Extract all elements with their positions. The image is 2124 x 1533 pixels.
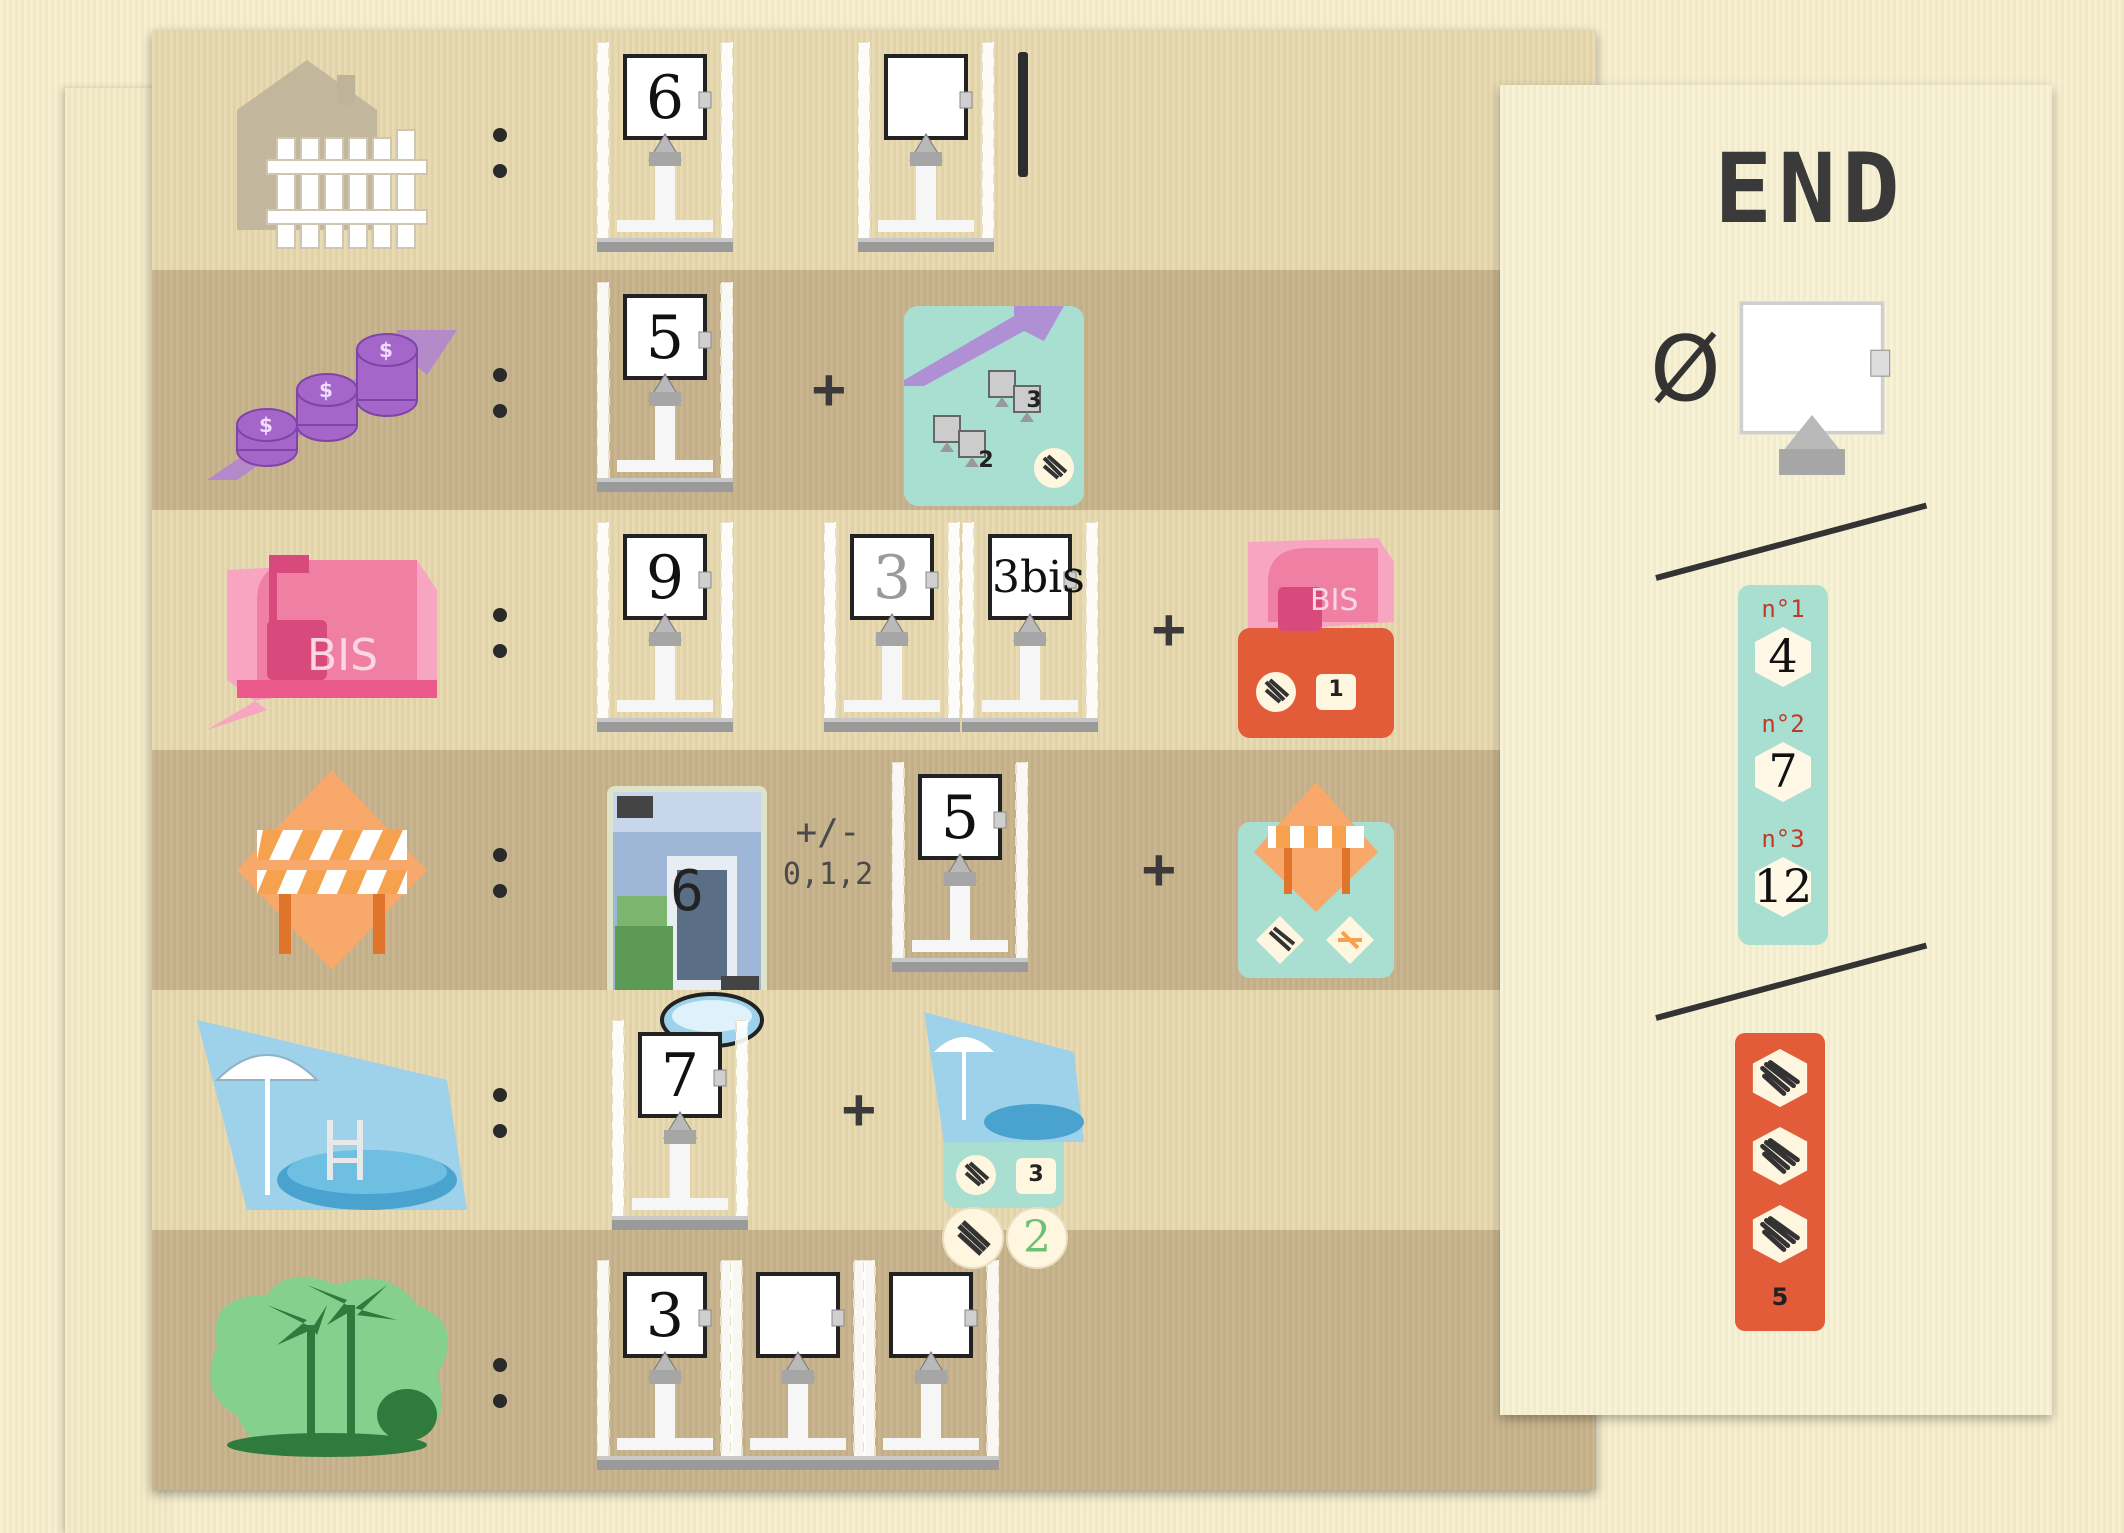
divider-line — [1655, 942, 1928, 1021]
house-lot — [730, 1260, 866, 1470]
colon-separator — [490, 1080, 510, 1150]
pool-umbrella-icon — [197, 1020, 467, 1210]
colon-separator — [490, 120, 510, 190]
modifier-sign: +/- — [795, 812, 861, 853]
mailbox-bis-icon: BIS — [207, 555, 437, 730]
fence-line — [1018, 52, 1028, 177]
bonus-estate-card: 3 2 — [904, 306, 1084, 506]
house-number: 7 — [660, 1041, 700, 1111]
refusal-hex-icon — [1749, 1125, 1811, 1187]
house-number: 5 — [940, 783, 980, 853]
bonus-value: 3 — [1026, 388, 1042, 413]
goal-label: n°3 — [1761, 825, 1805, 853]
house-number: 3 — [872, 543, 912, 613]
house-lot: 3bis — [962, 522, 1098, 732]
house-lot: 6 — [597, 42, 733, 252]
plus-sign: + — [842, 1077, 876, 1142]
colon-separator — [490, 360, 510, 430]
colon-separator — [490, 840, 510, 910]
empty-house-icon — [1739, 301, 1891, 475]
house-lot: 5 — [892, 762, 1028, 972]
plus-sign: + — [1142, 837, 1176, 902]
empty-set-symbol: Ø — [1650, 317, 1721, 422]
refusal-hex-icon — [1749, 1047, 1811, 1109]
house-number: 3bis — [992, 552, 1085, 603]
goal-value: 7 — [1768, 744, 1798, 798]
end-title: END — [1714, 133, 1906, 245]
plus-sign: + — [1152, 597, 1186, 662]
house-lot: 3 — [824, 522, 960, 732]
row-landscaper: 3 2 — [152, 1207, 1596, 1490]
bis-text: BIS — [1310, 583, 1358, 618]
bonus-value: 2 — [1023, 1212, 1051, 1263]
house-lot — [863, 1260, 999, 1470]
house-lot — [858, 42, 994, 252]
house-number — [888, 60, 964, 136]
modifier-values: 0,1,2 — [782, 857, 874, 892]
refusal-hex-icon — [1749, 1203, 1811, 1265]
house-lot: 3 — [597, 1260, 733, 1470]
bonus-bis-card: BIS 1 — [1238, 532, 1394, 738]
svg-text:$: $ — [379, 338, 393, 362]
goal-label: n°2 — [1761, 710, 1805, 738]
house-lot: 7 — [612, 1020, 748, 1230]
plus-sign: + — [812, 357, 846, 422]
colon-separator — [490, 1350, 510, 1420]
end-game-panel: END Ø n°1 4 n°2 7 n°3 12 5 — [1500, 85, 2052, 1415]
row-surveyor: 6 — [152, 30, 1596, 270]
row-pool-manufacturer: 7 + 3 — [152, 990, 1596, 1230]
row-bis: BIS 9 3 3bis + BIS 1 — [152, 510, 1596, 750]
house-number — [893, 1278, 969, 1354]
house-number — [760, 1278, 836, 1354]
card-number: 6 — [670, 859, 704, 924]
goals-strip: n°1 4 n°2 7 n°3 12 — [1738, 585, 1828, 945]
permit-refusal-strip: 5 — [1735, 1033, 1825, 1331]
bonus-pool-card: 3 — [924, 1012, 1084, 1212]
goal-value: 4 — [1768, 629, 1798, 683]
svg-text:$: $ — [319, 378, 333, 402]
roadblock-icon — [237, 770, 427, 970]
house-number: 9 — [645, 543, 685, 613]
house-number: 6 — [645, 63, 685, 133]
bonus-value: 2 — [978, 448, 994, 473]
fence-house-icon — [237, 60, 428, 249]
house-lot: 9 — [597, 522, 733, 732]
coins-arrow-icon: $ $ $ — [207, 330, 457, 480]
goal-label: n°1 — [1761, 595, 1805, 623]
row-real-estate-agent: $ $ $ 5 + 3 2 — [152, 270, 1596, 510]
house-number: 3 — [645, 1281, 685, 1351]
row-temp-agent: 6 +/- 0,1,2 5 + — [152, 750, 1596, 1008]
palm-trees-icon — [210, 1277, 449, 1457]
colon-separator — [490, 600, 510, 670]
bonus-roadblock-card — [1238, 782, 1394, 978]
svg-text:$: $ — [259, 413, 273, 437]
bonus-value: 1 — [1328, 677, 1344, 702]
goal-value: 12 — [1753, 859, 1813, 913]
house-number: 5 — [645, 303, 685, 373]
refusal-count: 5 — [1771, 1283, 1789, 1311]
bis-text: BIS — [307, 630, 378, 681]
bonus-value: 3 — [1028, 1162, 1044, 1187]
ability-board: 6 $ $ $ 5 + 3 2 BIS 9 3 3bis + BIS 1 6 +… — [152, 30, 1596, 1490]
house-lot: 5 — [597, 282, 733, 492]
